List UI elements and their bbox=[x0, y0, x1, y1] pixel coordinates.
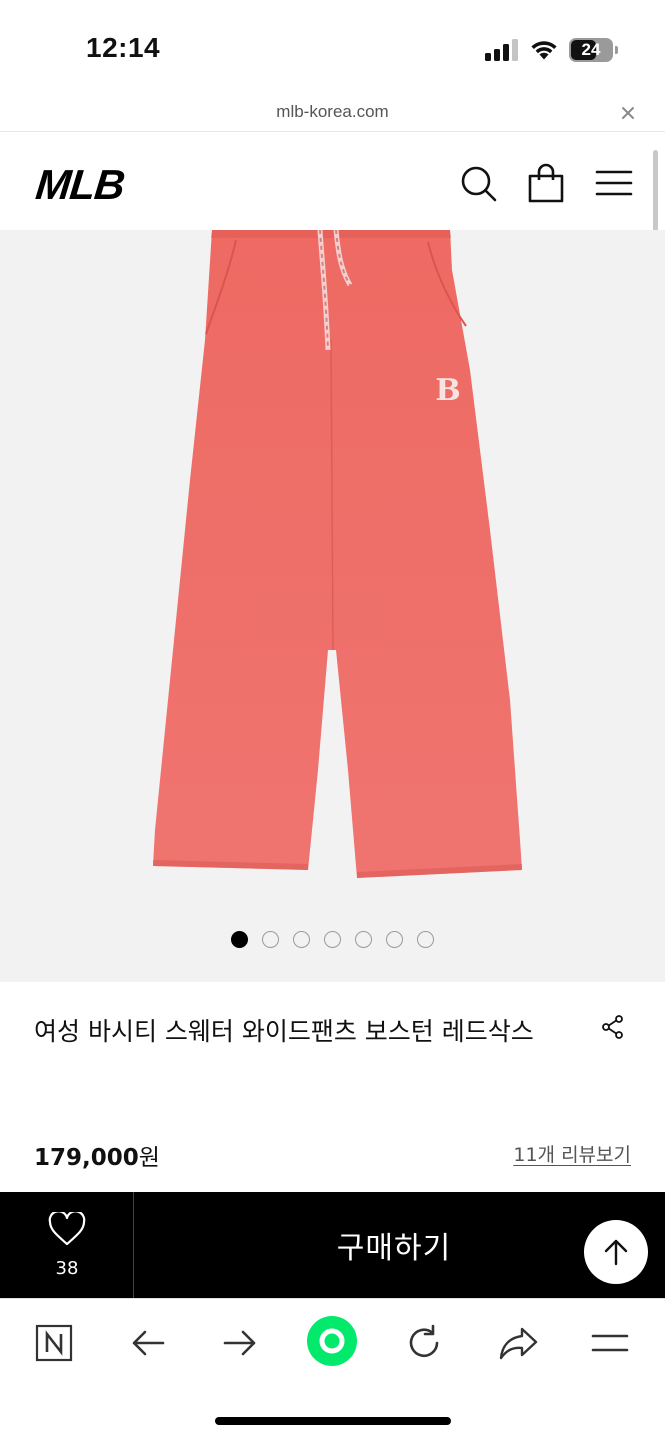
mlb-logo[interactable]: MLB bbox=[33, 161, 127, 209]
carousel-dot[interactable] bbox=[386, 931, 403, 948]
price-unit: 원 bbox=[138, 1145, 160, 1171]
menu-icon[interactable] bbox=[594, 163, 634, 203]
share-arrow-icon bbox=[499, 1327, 538, 1360]
search-icon[interactable] bbox=[458, 163, 498, 203]
heart-icon[interactable] bbox=[48, 1212, 86, 1246]
like-count: 38 bbox=[55, 1258, 79, 1279]
home-indicator[interactable] bbox=[215, 1417, 451, 1425]
battery-level: 24 bbox=[581, 40, 601, 59]
battery-icon: 24 bbox=[569, 38, 618, 62]
naver-button[interactable] bbox=[32, 1321, 76, 1365]
product-photo[interactable]: B bbox=[0, 230, 665, 920]
carousel-dots bbox=[0, 931, 665, 948]
hamburger-menu-icon bbox=[591, 1334, 629, 1352]
reload-button[interactable] bbox=[402, 1321, 446, 1365]
signal-icon bbox=[485, 39, 518, 61]
carousel-dot[interactable] bbox=[417, 931, 434, 948]
scroll-to-top-button[interactable] bbox=[584, 1220, 648, 1284]
product-title: 여성 바시티 스웨터 와이드팬츠 보스턴 레드삭스 bbox=[34, 1017, 534, 1046]
buy-bar: 38 구매하기 bbox=[0, 1192, 665, 1298]
price-number: 179,000 bbox=[34, 1145, 139, 1171]
forward-button[interactable] bbox=[218, 1321, 262, 1365]
close-icon[interactable] bbox=[617, 102, 639, 124]
back-button[interactable] bbox=[126, 1321, 170, 1365]
product-image-gallery[interactable]: B bbox=[0, 230, 665, 982]
green-dot-icon bbox=[307, 1316, 357, 1366]
status-icons: 24 bbox=[485, 36, 618, 64]
url-bar[interactable]: mlb-korea.com bbox=[0, 96, 665, 132]
back-arrow-icon bbox=[132, 1330, 165, 1356]
carousel-dot[interactable] bbox=[355, 931, 372, 948]
status-bar: 12:14 24 bbox=[0, 0, 665, 96]
share-icon[interactable] bbox=[600, 1014, 626, 1040]
carousel-dot[interactable] bbox=[324, 931, 341, 948]
forward-arrow-icon bbox=[223, 1330, 256, 1356]
share-button[interactable] bbox=[496, 1321, 540, 1365]
browser-menu-button[interactable] bbox=[588, 1321, 632, 1365]
status-time: 12:14 bbox=[86, 32, 161, 63]
url-text[interactable]: mlb-korea.com bbox=[0, 102, 665, 122]
buy-button-label: 구매하기 bbox=[336, 1231, 452, 1266]
product-price: 179,000원 bbox=[34, 1138, 160, 1172]
reload-icon bbox=[409, 1324, 439, 1358]
shopping-bag-icon[interactable] bbox=[526, 163, 566, 203]
carousel-dot[interactable] bbox=[293, 931, 310, 948]
like-button[interactable]: 38 bbox=[0, 1192, 134, 1298]
carousel-dot[interactable] bbox=[262, 931, 279, 948]
naver-icon bbox=[35, 1324, 73, 1362]
site-header: MLB bbox=[0, 133, 665, 230]
carousel-dot[interactable] bbox=[231, 931, 248, 948]
review-link[interactable]: 11개 리뷰보기 bbox=[513, 1140, 631, 1167]
wifi-icon bbox=[531, 41, 557, 60]
browser-toolbar bbox=[0, 1298, 665, 1440]
green-dot-button[interactable] bbox=[306, 1315, 358, 1367]
svg-text:B: B bbox=[435, 373, 460, 408]
arrow-up-icon bbox=[604, 1239, 628, 1266]
product-info: 여성 바시티 스웨터 와이드팬츠 보스턴 레드삭스 179,000원 11개 리… bbox=[0, 982, 665, 1192]
